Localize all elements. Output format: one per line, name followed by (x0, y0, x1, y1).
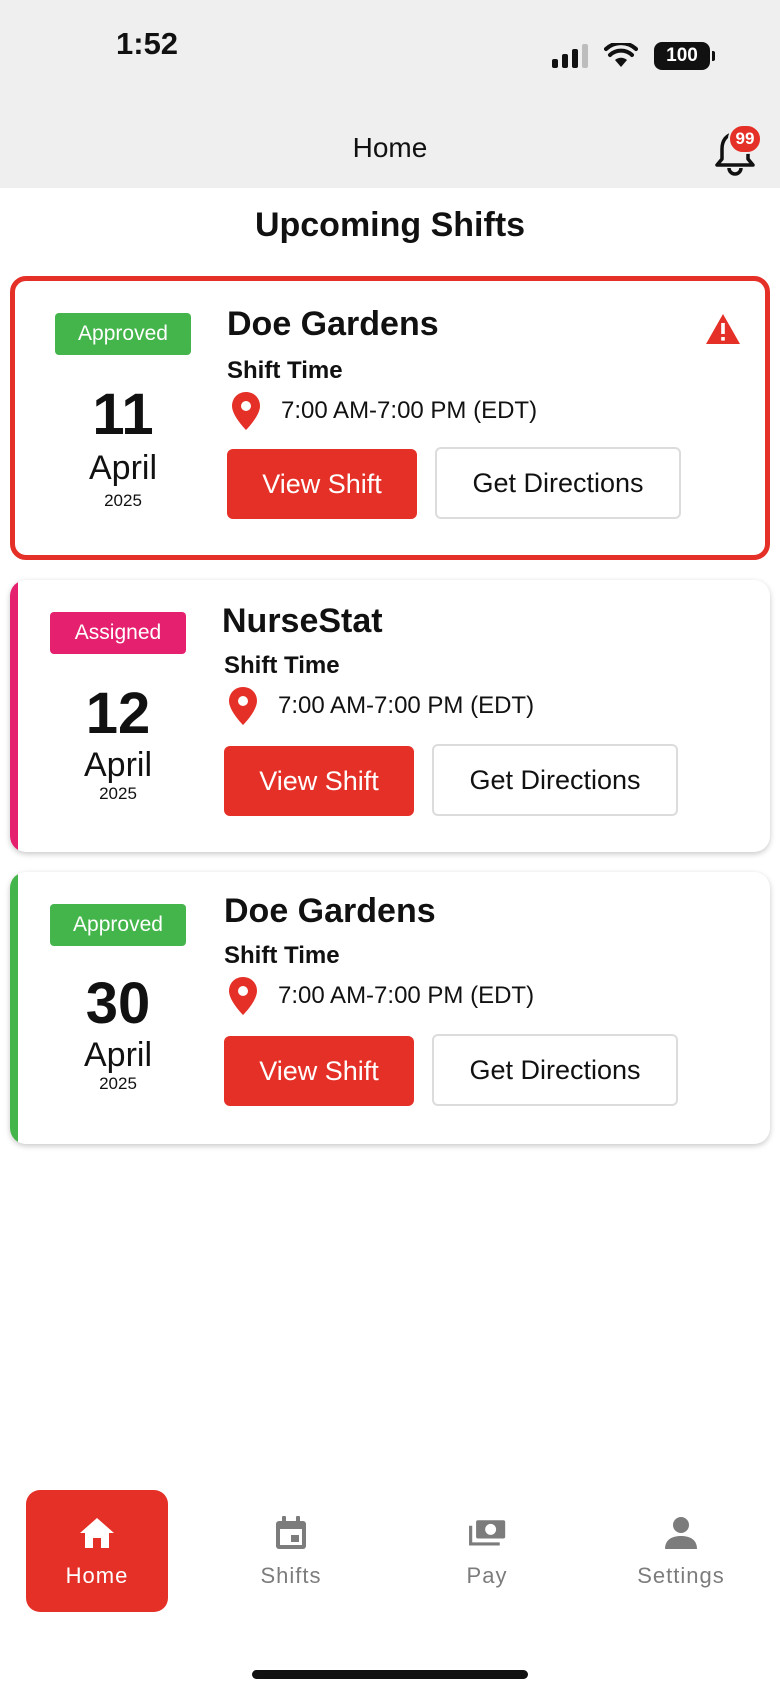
facility-name: Doe Gardens (227, 305, 439, 343)
view-shift-button[interactable]: View Shift (227, 449, 417, 519)
shift-card[interactable]: Assigned 12 April 2025 NurseStat Shift T… (10, 580, 770, 852)
get-directions-button[interactable]: Get Directions (432, 1034, 678, 1106)
shift-time-label: Shift Time (224, 942, 340, 969)
tab-pay[interactable]: Pay (416, 1490, 558, 1612)
shift-time-row: 7:00 AM-7:00 PM (EDT) (228, 976, 534, 1016)
shift-month: April (83, 746, 153, 784)
facility-name: Doe Gardens (224, 892, 436, 930)
get-directions-button[interactable]: Get Directions (435, 447, 681, 519)
tab-label: Home (65, 1563, 129, 1588)
status-badge: Assigned (50, 612, 186, 654)
shift-time-row: 7:00 AM-7:00 PM (EDT) (228, 686, 534, 726)
shift-card[interactable]: Approved 11 April 2025 Doe Gardens Shift… (10, 276, 770, 560)
status-icons: 100 (552, 42, 715, 70)
card-accent (10, 580, 18, 852)
shift-time: 7:00 AM-7:00 PM (EDT) (281, 397, 538, 424)
shift-day: 12 (85, 681, 151, 746)
home-indicator (252, 1670, 528, 1679)
warning-icon (706, 314, 740, 344)
shift-month: April (88, 449, 158, 487)
tab-home[interactable]: Home (26, 1490, 168, 1612)
shift-card[interactable]: Approved 30 April 2025 Doe Gardens Shift… (10, 872, 770, 1144)
shift-day: 11 (92, 382, 154, 447)
status-badge: Approved (50, 904, 186, 946)
location-pin-icon (229, 687, 257, 725)
wifi-icon (604, 43, 638, 67)
tab-label: Settings (637, 1563, 725, 1588)
location-pin-icon (229, 977, 257, 1015)
facility-name: NurseStat (222, 602, 383, 640)
get-directions-button[interactable]: Get Directions (432, 744, 678, 816)
location-pin-icon (232, 392, 260, 430)
shift-year: 2025 (99, 784, 137, 803)
tab-label: Shifts (260, 1563, 322, 1588)
battery-icon: 100 (654, 42, 715, 70)
card-accent (10, 872, 18, 1144)
shift-year: 2025 (104, 491, 142, 510)
shift-time-row: 7:00 AM-7:00 PM (EDT) (231, 391, 537, 431)
shift-day: 30 (85, 971, 151, 1036)
section-title: Upcoming Shifts (254, 206, 526, 244)
money-icon (469, 1520, 506, 1546)
view-shift-button[interactable]: View Shift (224, 746, 414, 816)
shift-month: April (83, 1036, 153, 1074)
person-icon (665, 1517, 697, 1549)
tab-label: Pay (466, 1563, 508, 1588)
shift-time: 7:00 AM-7:00 PM (EDT) (278, 982, 535, 1009)
view-shift-button[interactable]: View Shift (224, 1036, 414, 1106)
calendar-icon (276, 1516, 306, 1549)
top-bar: 1:52 100 Home 99 (0, 0, 780, 188)
signal-icon (552, 44, 588, 68)
page-title: Home (352, 132, 428, 163)
status-time: 1:52 (116, 26, 179, 61)
shift-time-label: Shift Time (227, 357, 343, 384)
tab-shifts[interactable]: Shifts (220, 1490, 362, 1612)
shift-time: 7:00 AM-7:00 PM (EDT) (278, 692, 535, 719)
home-icon (80, 1518, 114, 1548)
bottom-tab-bar: Home Shifts Pay Settings (0, 1490, 780, 1620)
tab-settings[interactable]: Settings (610, 1490, 752, 1612)
notification-badge: 99 (728, 124, 762, 154)
status-badge: Approved (55, 313, 191, 355)
shift-year: 2025 (99, 1074, 137, 1093)
shift-time-label: Shift Time (224, 652, 340, 679)
